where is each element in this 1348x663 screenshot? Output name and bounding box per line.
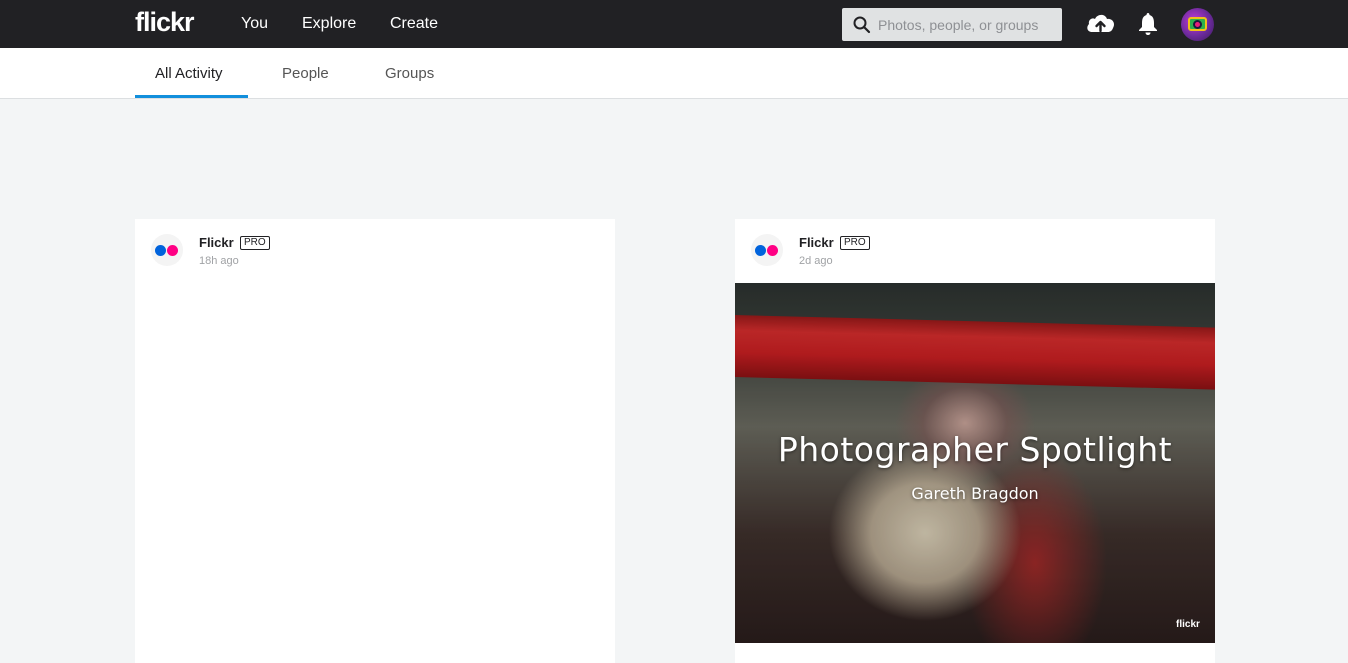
tab-groups[interactable]: Groups <box>385 65 434 82</box>
activity-tabs-bar: All Activity People Groups <box>0 48 1348 99</box>
pro-badge: PRO <box>840 236 870 250</box>
author-name[interactable]: Flickr <box>199 235 234 250</box>
nav-explore[interactable]: Explore <box>302 15 356 33</box>
nav-you[interactable]: You <box>241 15 268 33</box>
flickr-logo[interactable]: flickr <box>135 7 195 38</box>
top-navigation-bar: flickr You Explore Create <box>0 0 1348 48</box>
search-icon[interactable] <box>853 16 871 34</box>
nav-create[interactable]: Create <box>390 15 438 33</box>
flickr-dots-icon <box>755 245 766 256</box>
search-input[interactable] <box>878 8 1058 41</box>
tab-all-activity[interactable]: All Activity <box>155 65 223 82</box>
author-name[interactable]: Flickr <box>799 235 834 250</box>
photo-title: Photographer Spotlight <box>777 430 1173 469</box>
notification-bell-icon[interactable] <box>1138 12 1158 36</box>
feed-card: Flickr PRO 18h ago <box>135 219 615 663</box>
search-box[interactable] <box>842 8 1062 41</box>
photo-subtitle: Gareth Bragdon <box>911 484 1039 503</box>
author-avatar[interactable] <box>151 234 183 266</box>
flickr-dots-icon <box>155 245 166 256</box>
photo-watermark: flickr <box>1176 619 1200 630</box>
avatar[interactable] <box>1181 8 1214 41</box>
featured-photo[interactable]: Photographer Spotlight Gareth Bragdon fl… <box>735 283 1215 643</box>
pro-badge: PRO <box>240 236 270 250</box>
feed-card: Flickr PRO 2d ago Photographer Spotlight… <box>735 219 1215 663</box>
active-tab-indicator <box>135 95 248 98</box>
author-avatar[interactable] <box>751 234 783 266</box>
tab-people[interactable]: People <box>282 65 329 82</box>
post-time[interactable]: 18h ago <box>199 255 239 267</box>
upload-cloud-icon[interactable] <box>1085 11 1116 35</box>
post-time[interactable]: 2d ago <box>799 255 833 267</box>
